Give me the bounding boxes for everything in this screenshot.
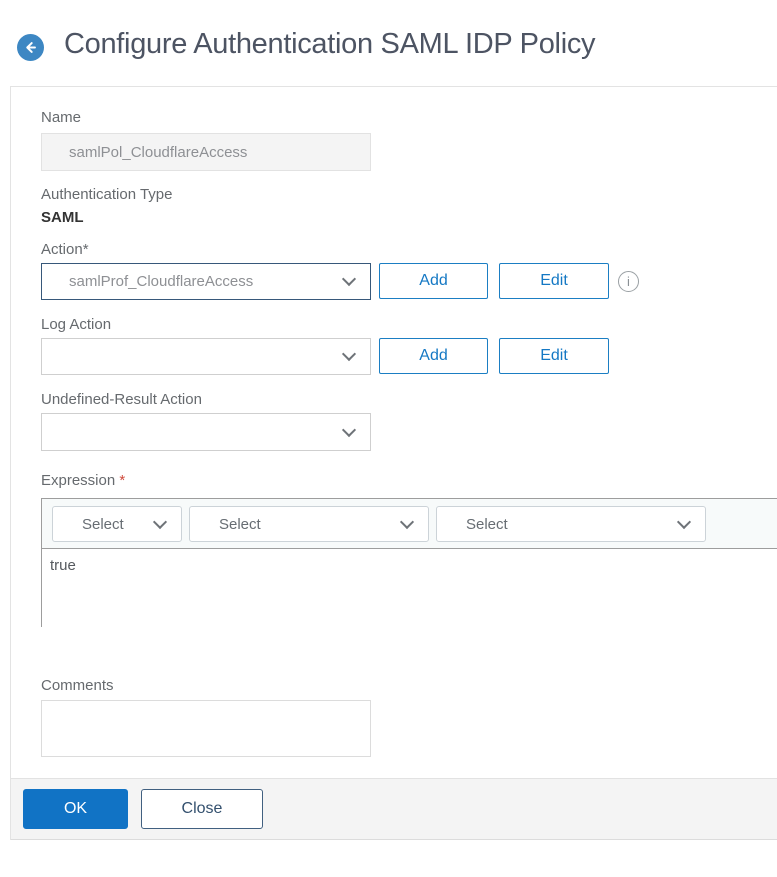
chevron-down-icon [152,514,168,529]
expression-input[interactable]: true [42,549,777,627]
expression-select-1[interactable]: Select [52,506,182,542]
comments-input[interactable] [41,700,371,757]
form-panel: Name Authentication Type SAML Action* sa… [10,86,777,840]
chevron-down-icon [399,514,415,529]
auth-type-value: SAML [41,209,84,226]
undefined-result-action-label: Undefined-Result Action [41,391,202,408]
expression-select-2[interactable]: Select [189,506,429,542]
footer-bar: OK Close [11,778,777,840]
log-action-edit-button[interactable]: Edit [499,338,609,374]
info-icon[interactable]: i [618,271,639,292]
action-select[interactable]: samlProf_CloudflareAccess [41,263,371,300]
chevron-down-icon [341,422,357,437]
action-edit-button[interactable]: Edit [499,263,609,299]
log-action-add-button[interactable]: Add [379,338,488,374]
required-marker: * [119,472,126,489]
name-input[interactable] [41,133,371,171]
expression-label: Expression * [41,472,126,489]
comments-label: Comments [41,677,114,694]
chevron-down-icon [341,271,357,287]
ok-button[interactable]: OK [23,789,128,829]
log-action-select[interactable] [41,338,371,375]
expression-toolbar: Select Select Select [42,499,777,549]
expression-select-3[interactable]: Select [436,506,706,542]
auth-type-label: Authentication Type [41,186,173,203]
back-button[interactable] [17,34,44,61]
page-title: Configure Authentication SAML IDP Policy [64,28,596,60]
log-action-label: Log Action [41,316,112,333]
chevron-down-icon [341,346,357,362]
undefined-result-action-select[interactable] [41,413,371,451]
chevron-down-icon [676,514,692,529]
action-select-value: samlProf_CloudflareAccess [69,273,254,290]
action-label: Action* [41,241,89,258]
name-label: Name [41,109,82,126]
arrow-left-icon [26,42,36,53]
expression-editor: Select Select Select true [41,498,777,627]
close-button[interactable]: Close [141,789,263,829]
action-add-button[interactable]: Add [379,263,488,299]
